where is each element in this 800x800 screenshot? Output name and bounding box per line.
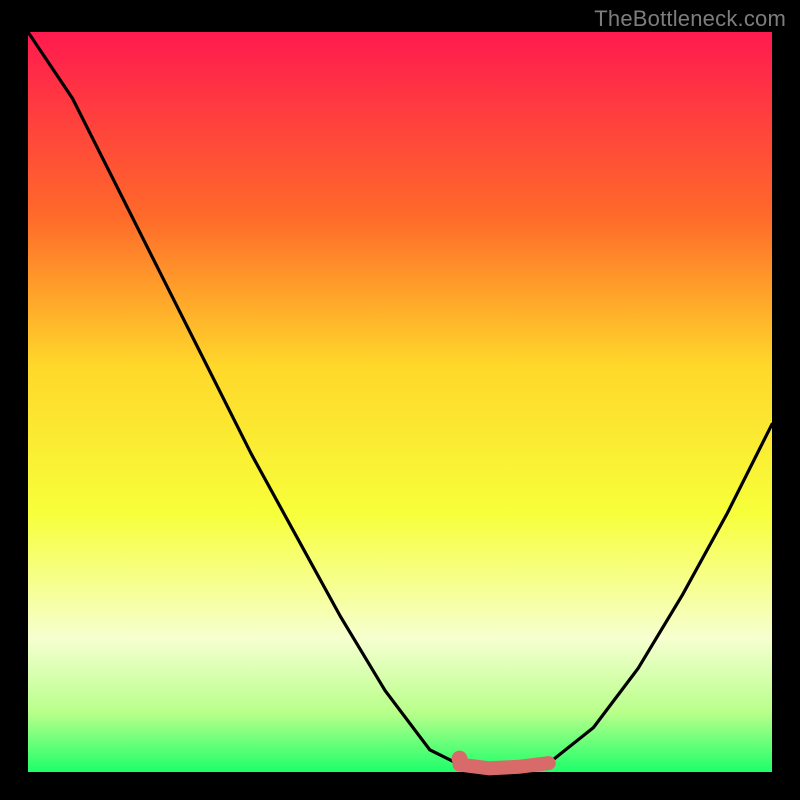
highlight-start-dot [452, 751, 468, 767]
optimal-range-highlight [460, 763, 549, 768]
bottleneck-chart [0, 0, 800, 800]
attribution-label: TheBottleneck.com [594, 6, 786, 32]
chart-stage: TheBottleneck.com [0, 0, 800, 800]
plot-background [28, 32, 772, 772]
